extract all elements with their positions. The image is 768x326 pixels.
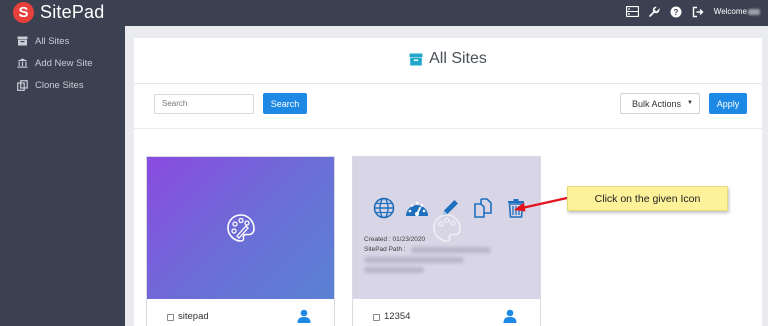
- card-footer: sitepad: [147, 307, 334, 326]
- created-date: Created : 01/23/2020: [364, 236, 426, 243]
- annotation-arrow-icon: [514, 196, 568, 212]
- page-title-text: All Sites: [429, 50, 487, 67]
- blurred-path: [364, 267, 424, 273]
- dashboard-icon[interactable]: [405, 196, 429, 220]
- blurred-path: [411, 247, 491, 253]
- logout-icon[interactable]: [692, 5, 705, 18]
- sidebar-item-clone-sites[interactable]: Clone Sites: [0, 74, 125, 96]
- site-card[interactable]: Created : 01/23/2020 SitePad Path : 1235…: [352, 156, 541, 326]
- site-thumbnail-hover[interactable]: Created : 01/23/2020 SitePad Path :: [353, 157, 540, 299]
- user-icon[interactable]: [297, 309, 311, 323]
- archive-icon: [17, 36, 28, 46]
- sitepad-logo-icon: S: [13, 2, 34, 23]
- sidebar-item-add-new-site[interactable]: Add New Site: [0, 52, 125, 74]
- site-name: sitepad: [178, 311, 209, 322]
- bulk-actions-select[interactable]: Bulk Actions ▼: [620, 93, 700, 114]
- app-name: SitePad: [40, 2, 105, 22]
- wrench-icon[interactable]: [648, 5, 661, 18]
- palette-icon: [227, 214, 255, 242]
- sidebar: All Sites Add New Site Clone Sites: [0, 26, 125, 326]
- site-actions: [372, 196, 528, 220]
- bulk-actions-value: Bulk Actions: [632, 98, 682, 109]
- site-thumbnail[interactable]: [147, 157, 334, 299]
- card-footer: 12354: [353, 307, 540, 326]
- sidebar-item-label: All Sites: [35, 35, 70, 47]
- caret-down-icon: ▼: [687, 100, 693, 106]
- divider: [134, 128, 762, 129]
- search-button[interactable]: Search: [263, 93, 307, 114]
- page-title: All Sites: [134, 50, 762, 68]
- sidebar-item-label: Add New Site: [35, 57, 93, 69]
- pencil-icon[interactable]: [438, 196, 462, 220]
- archive-icon: [409, 53, 423, 65]
- help-icon[interactable]: ?: [670, 5, 683, 18]
- server-icon[interactable]: [625, 5, 639, 18]
- username-blurred: [748, 8, 760, 15]
- welcome-label: Welcome: [713, 7, 747, 16]
- globe-icon[interactable]: [372, 196, 396, 220]
- sitepad-path-label: SitePad Path :: [364, 246, 406, 253]
- search-input[interactable]: Search: [154, 94, 254, 114]
- apply-button[interactable]: Apply: [709, 93, 747, 114]
- clone-icon: [17, 79, 28, 91]
- main-panel: All Sites Search Search Bulk Actions ▼ A…: [134, 38, 762, 326]
- site-name: 12354: [384, 311, 411, 322]
- divider: [134, 83, 762, 84]
- sidebar-item-all-sites[interactable]: All Sites: [0, 30, 125, 52]
- user-icon[interactable]: [503, 309, 517, 323]
- sidebar-item-label: Clone Sites: [35, 79, 84, 91]
- top-icons: ? Welcome: [625, 5, 760, 18]
- svg-text:?: ?: [674, 8, 679, 17]
- top-bar: S SitePad ? Welcome: [0, 0, 768, 26]
- copy-icon[interactable]: [471, 196, 495, 220]
- brand[interactable]: S SitePad: [13, 2, 104, 23]
- instruction-callout: Click on the given Icon: [567, 186, 728, 211]
- site-card[interactable]: sitepad: [146, 156, 335, 326]
- site-checkbox[interactable]: [167, 314, 174, 321]
- site-checkbox[interactable]: [373, 314, 380, 321]
- bank-icon: [17, 58, 28, 68]
- welcome-text: Welcome: [714, 7, 760, 16]
- blurred-path: [364, 257, 464, 263]
